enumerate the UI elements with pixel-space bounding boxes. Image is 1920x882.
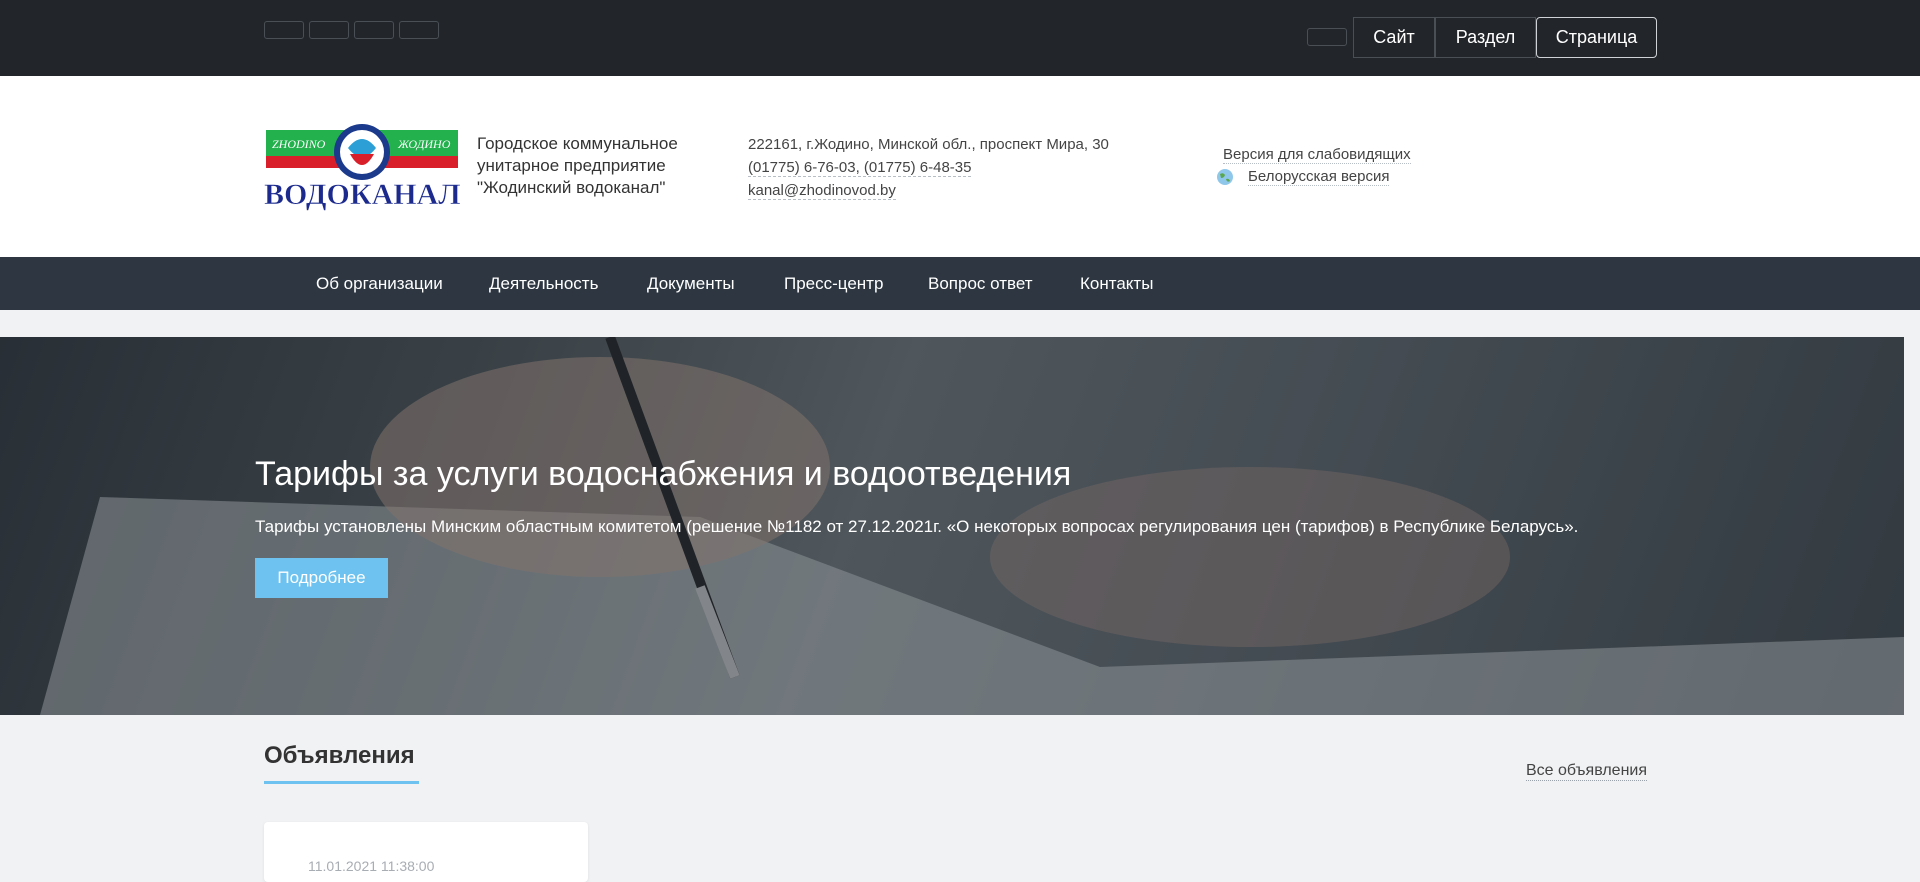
announcements-title: Объявления bbox=[264, 742, 415, 769]
admin-tool-button[interactable] bbox=[399, 21, 439, 39]
org-line: Городское коммунальное bbox=[477, 134, 678, 153]
hero-title: Тарифы за услуги водоснабжения и водоотв… bbox=[255, 455, 1072, 493]
phone-numbers[interactable]: (01775) 6-76-03, (01775) 6-48-35 bbox=[748, 159, 972, 177]
address: 222161, г.Жодино, Минской обл., проспект… bbox=[748, 136, 1109, 153]
site-header: ZHODINO ЖОДИНО ВОДОКАНАЛ Городское комму… bbox=[0, 76, 1920, 257]
nav-item-about[interactable]: Об организации bbox=[316, 257, 443, 310]
nav-item-activity[interactable]: Деятельность bbox=[489, 257, 598, 310]
all-announcements-link[interactable]: Все объявления bbox=[1526, 762, 1648, 781]
site-logo[interactable]: ZHODINO ЖОДИНО ВОДОКАНАЛ bbox=[264, 118, 461, 216]
email-link[interactable]: kanal@zhodinovod.by bbox=[748, 182, 896, 200]
nav-item-press-center[interactable]: Пресс-центр bbox=[784, 257, 883, 310]
svg-text:ZHODINO: ZHODINO bbox=[272, 137, 326, 151]
admin-tool-button[interactable] bbox=[264, 21, 304, 39]
announcement-card[interactable]: 11.01.2021 11:38:00 bbox=[264, 822, 588, 882]
vodokanal-logo-icon: ZHODINO ЖОДИНО ВОДОКАНАЛ bbox=[264, 124, 461, 211]
belarusian-version-label: Белорусская версия bbox=[1248, 168, 1390, 186]
svg-text:ЖОДИНО: ЖОДИНО bbox=[397, 137, 451, 151]
announcement-date: 11.01.2021 11:38:00 bbox=[308, 858, 435, 874]
admin-site-button[interactable]: Сайт bbox=[1353, 17, 1435, 58]
admin-tool-button[interactable] bbox=[309, 21, 349, 39]
nav-item-faq[interactable]: Вопрос ответ bbox=[928, 257, 1033, 310]
nav-item-documents[interactable]: Документы bbox=[647, 257, 735, 310]
hero-banner: Тарифы за услуги водоснабжения и водоотв… bbox=[0, 337, 1904, 715]
svg-text:ВОДОКАНАЛ: ВОДОКАНАЛ bbox=[264, 178, 460, 211]
main-navigation: Об организации Деятельность Документы Пр… bbox=[0, 257, 1920, 310]
nav-item-contacts[interactable]: Контакты bbox=[1080, 257, 1153, 310]
admin-section-button[interactable]: Раздел bbox=[1435, 17, 1536, 58]
hero-more-button[interactable]: Подробнее bbox=[255, 558, 388, 598]
hero-description: Тарифы установлены Минским областным ком… bbox=[255, 517, 1579, 536]
admin-tool-button[interactable] bbox=[354, 21, 394, 39]
globe-icon bbox=[1217, 169, 1233, 185]
admin-page-button[interactable]: Страница bbox=[1536, 17, 1657, 58]
belarusian-version-link[interactable]: Белорусская версия bbox=[1216, 168, 1390, 186]
org-line: "Жодинский водоканал" bbox=[477, 178, 666, 197]
accessibility-version-link[interactable]: Версия для слабовидящих bbox=[1223, 146, 1411, 164]
admin-tool-button[interactable] bbox=[1307, 28, 1347, 46]
organization-name: Городское коммунальное унитарное предпри… bbox=[477, 133, 707, 199]
admin-toolbar: Сайт Раздел Страница bbox=[0, 0, 1920, 76]
org-line: унитарное предприятие bbox=[477, 156, 666, 175]
announcements-title-underline bbox=[264, 781, 419, 784]
contact-info: 222161, г.Жодино, Минской обл., проспект… bbox=[748, 133, 1109, 202]
